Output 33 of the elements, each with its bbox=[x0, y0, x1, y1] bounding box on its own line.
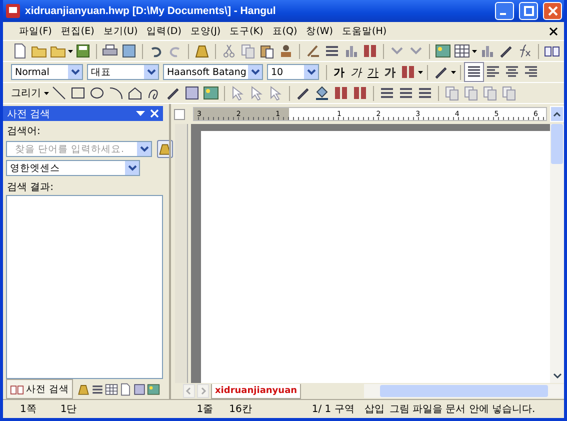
status-text: 1줄 bbox=[196, 403, 214, 416]
dictionary-dropdown[interactable]: 영한엣센스 bbox=[6, 160, 140, 176]
status-text: 1/ 1 구역 bbox=[310, 403, 356, 416]
search-field[interactable]: 찾을 단어를 입력하세요. bbox=[6, 141, 152, 157]
menu-item[interactable]: 입력(D) bbox=[146, 24, 182, 38]
font-dropdown[interactable]: Haansoft Batang bbox=[163, 64, 263, 80]
document-tab[interactable]: xidruanjianyuan bbox=[211, 384, 302, 398]
status-text: 그림 파일을 문서 안에 넣습니다. bbox=[389, 403, 536, 416]
menu-item[interactable]: 편집(E) bbox=[60, 24, 94, 38]
outline-button[interactable]: 가 bbox=[382, 64, 398, 80]
search-label: 검색어: bbox=[6, 125, 42, 139]
style-dropdown[interactable]: Normal bbox=[11, 64, 83, 80]
drawing-label[interactable]: 그리기 bbox=[11, 86, 41, 100]
window-title: xidruanjianyuan.hwp [D:\My Documents\] - Hangul bbox=[25, 5, 276, 17]
bold-button[interactable]: 가 bbox=[331, 64, 347, 80]
status-text: 1쪽 bbox=[19, 403, 38, 416]
panel-tab[interactable]: 사전 검색 bbox=[6, 379, 74, 399]
menu-item[interactable]: 보기(U) bbox=[103, 24, 138, 38]
menu-item[interactable]: 파일(F) bbox=[19, 24, 52, 38]
results-label: 검색 결과: bbox=[6, 181, 55, 195]
menu-item[interactable]: 모양(J) bbox=[190, 24, 221, 38]
underline-button[interactable]: 가 bbox=[365, 64, 381, 80]
status-text: 16칸 bbox=[228, 403, 253, 416]
status-text: 삽입 bbox=[363, 403, 386, 416]
italic-button[interactable]: 가 bbox=[348, 64, 364, 80]
menu-item[interactable]: 도움말(H) bbox=[342, 24, 387, 38]
font-size-dropdown[interactable]: 10 bbox=[267, 64, 319, 80]
status-text: 1단 bbox=[59, 403, 78, 416]
font-group-dropdown[interactable]: 대표 bbox=[87, 64, 159, 80]
menu-item[interactable]: 창(W) bbox=[306, 24, 333, 38]
menu-item[interactable]: 표(Q) bbox=[272, 24, 298, 38]
panel-title: 사전 검색 bbox=[7, 108, 50, 120]
menu-item[interactable]: 도구(K) bbox=[230, 24, 264, 38]
